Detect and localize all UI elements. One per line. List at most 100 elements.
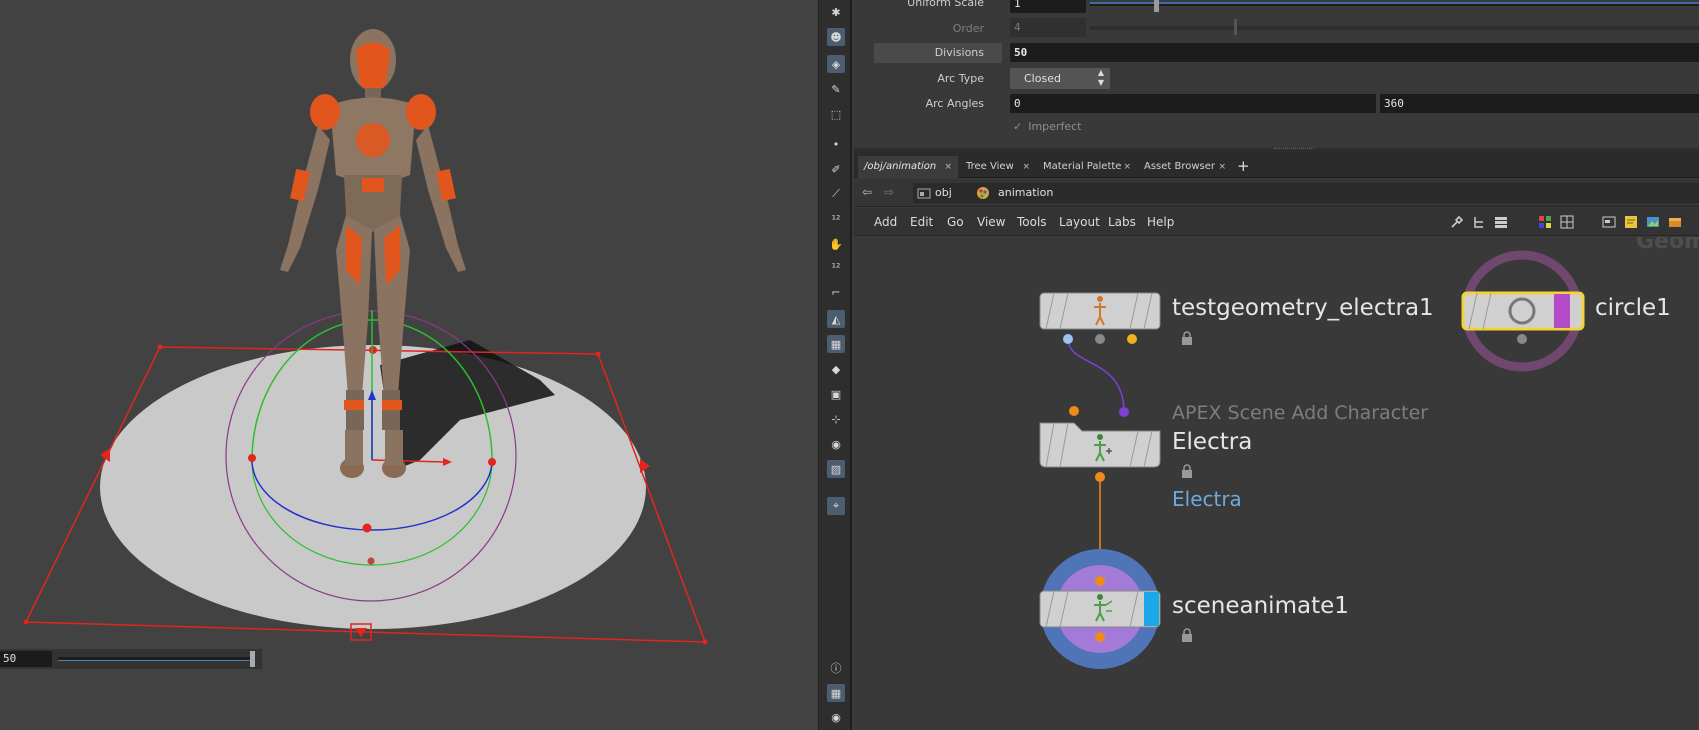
arc-angles-end-field[interactable]: 360 — [1380, 94, 1699, 113]
input-connector-2[interactable] — [1119, 407, 1129, 417]
corner-handle[interactable] — [157, 344, 163, 350]
scale-arrow-right[interactable] — [640, 459, 650, 473]
object-select-icon[interactable]: ◈ — [827, 55, 845, 73]
slider-value-field[interactable]: 50 — [0, 651, 52, 667]
wire-electra-to-apex[interactable] — [1067, 338, 1125, 413]
node-name-circle1[interactable]: circle1 — [1595, 295, 1671, 321]
eye-icon[interactable]: ◉ — [827, 708, 845, 726]
menu-add[interactable]: Add — [874, 215, 897, 229]
output-connector-2[interactable] — [1095, 334, 1105, 344]
corner-handle[interactable] — [595, 351, 601, 357]
network-view-icon[interactable] — [1602, 215, 1616, 229]
geometry-select-icon[interactable]: ⬚ — [827, 105, 845, 123]
display-icon[interactable]: ◉ — [827, 435, 845, 453]
tree-layout-icon[interactable] — [1472, 215, 1486, 229]
divisions-field[interactable]: 50 — [1010, 43, 1699, 62]
tab-material-palette[interactable]: Material Palette × — [1037, 156, 1137, 178]
menu-tools[interactable]: Tools — [1017, 215, 1047, 229]
skull-select-icon[interactable]: ☻ — [827, 28, 845, 46]
menu-help[interactable]: Help — [1147, 215, 1174, 229]
ring-handle[interactable] — [369, 346, 377, 354]
uniform-scale-field[interactable]: 1 — [1010, 0, 1086, 13]
sticky-note-icon[interactable] — [1624, 215, 1638, 229]
background-image-icon[interactable]: ▨ — [827, 460, 845, 478]
input-connector-1[interactable] — [1069, 406, 1079, 416]
ring-handle[interactable] — [362, 523, 372, 533]
image-icon[interactable] — [1646, 215, 1660, 229]
output-connector[interactable] — [1095, 472, 1105, 482]
axis-icon[interactable]: ⊹ — [827, 410, 845, 428]
ring-handle[interactable] — [488, 458, 496, 466]
node-name-sceneanimate[interactable]: sceneanimate1 — [1172, 593, 1349, 619]
menu-edit[interactable]: Edit — [910, 215, 933, 229]
lock-icon[interactable] — [1181, 331, 1193, 345]
pencil-icon[interactable]: ✐ — [827, 160, 845, 178]
corner-handle[interactable] — [702, 639, 708, 645]
point-icon[interactable]: • — [827, 135, 845, 153]
node-name-testgeometry[interactable]: testgeometry_electra1 — [1172, 295, 1434, 321]
brush-icon[interactable]: ✋ — [827, 235, 845, 253]
color-grid-icon[interactable] — [1538, 215, 1552, 229]
close-icon[interactable]: × — [1022, 156, 1030, 178]
wire-select-icon[interactable]: ✎ — [827, 80, 845, 98]
network-editor[interactable]: Geom testgeometry_electra1 circle1 APEX … — [854, 237, 1699, 730]
list-icon[interactable] — [1494, 215, 1508, 229]
path-obj-crumb[interactable]: obj — [913, 183, 973, 203]
slider-track[interactable] — [58, 657, 254, 661]
path-animation-crumb[interactable]: animation — [972, 183, 1699, 203]
info-icon[interactable]: ⓘ — [827, 659, 845, 677]
node-sceneanimate1[interactable] — [1039, 549, 1161, 669]
output-connector[interactable] — [1517, 334, 1527, 344]
menu-labs[interactable]: Labs — [1108, 215, 1136, 229]
grid-view-icon[interactable] — [1560, 215, 1574, 229]
checker-icon[interactable]: ▦ — [827, 335, 845, 353]
arc-angles-start-field[interactable]: 0 — [1010, 94, 1376, 113]
display-flag[interactable] — [1554, 294, 1570, 328]
corner-handle[interactable] — [23, 619, 29, 625]
node-apex-electra[interactable] — [1039, 406, 1161, 482]
menu-layout[interactable]: Layout — [1059, 215, 1100, 229]
ring-handle[interactable] — [248, 454, 256, 462]
snap-grid-12-icon[interactable]: ¹² — [827, 258, 845, 276]
add-tab-plus-icon[interactable]: + — [1237, 156, 1250, 176]
network-box-icon[interactable] — [1668, 215, 1682, 229]
imperfect-toggle[interactable]: ✓ Imperfect — [1013, 120, 1081, 133]
tab-network-animation[interactable]: /obj/animation × — [858, 156, 958, 178]
node-circle1[interactable] — [1461, 250, 1585, 372]
lock-icon[interactable] — [1181, 464, 1193, 478]
output-connector[interactable] — [1095, 632, 1105, 642]
texture-icon[interactable]: ▣ — [827, 385, 845, 403]
corner-icon[interactable]: ⌐ — [827, 283, 845, 301]
back-arrow-icon[interactable]: ⇦ — [862, 185, 872, 199]
uniform-scale-knob[interactable] — [1154, 0, 1159, 12]
eyedropper-icon[interactable]: ⟋ — [827, 185, 845, 203]
ring-handle[interactable] — [367, 557, 375, 565]
location-pin-icon[interactable]: ⌖ — [827, 497, 845, 515]
close-icon[interactable]: × — [1218, 156, 1226, 178]
order-field[interactable]: 4 — [1010, 18, 1086, 37]
lightbulb-icon[interactable]: ✱ — [827, 3, 845, 21]
tab-asset-browser[interactable]: Asset Browser × — [1138, 156, 1232, 178]
uniform-scale-slider[interactable] — [1090, 2, 1699, 6]
diamond-icon[interactable]: ◆ — [827, 360, 845, 378]
tab-tree-view[interactable]: Tree View × — [960, 156, 1036, 178]
lock-icon[interactable] — [1181, 628, 1193, 642]
display-flag-blue[interactable] — [1144, 592, 1159, 626]
viewport-canvas[interactable] — [0, 0, 818, 730]
close-icon[interactable]: × — [944, 156, 952, 178]
menu-go[interactable]: Go — [947, 215, 964, 229]
node-testgeometry-electra1[interactable] — [1039, 292, 1161, 344]
output-connector-1[interactable] — [1063, 334, 1073, 344]
node-name-apex[interactable]: Electra — [1172, 429, 1252, 455]
input-connector[interactable] — [1095, 576, 1105, 586]
output-connector-3[interactable] — [1127, 334, 1137, 344]
forward-arrow-icon[interactable]: ⇨ — [884, 185, 894, 199]
wrench-icon[interactable] — [1450, 215, 1464, 229]
viewport-parameter-slider[interactable]: 50 — [0, 649, 262, 669]
menu-view[interactable]: View — [977, 215, 1005, 229]
slider-handle[interactable] — [250, 651, 255, 667]
snap-12-icon[interactable]: ¹² — [827, 210, 845, 228]
cube-shaded-icon[interactable]: ◭ — [827, 310, 845, 328]
scene-viewport[interactable]: 50 — [0, 0, 818, 730]
order-slider[interactable] — [1090, 26, 1699, 30]
